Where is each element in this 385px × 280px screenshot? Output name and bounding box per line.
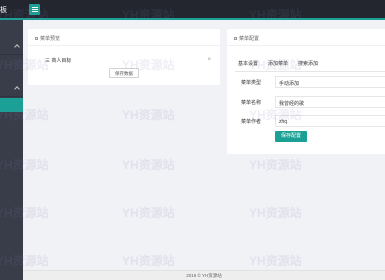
panel-title: 菜单预览 bbox=[40, 36, 61, 42]
menu-name-field[interactable]: 我曾经的歌 bbox=[275, 96, 385, 108]
form-row-menu-author: 菜单作者 zhq bbox=[227, 115, 385, 127]
close-icon[interactable]: × bbox=[207, 57, 211, 63]
watermark: YH资源站 bbox=[122, 206, 175, 220]
watermark: YH资源站 bbox=[249, 254, 302, 268]
watermark: YH资源站 bbox=[122, 108, 175, 122]
panel-icon bbox=[234, 37, 237, 41]
tab-underline bbox=[235, 71, 385, 72]
field-label: 菜单作者 bbox=[241, 119, 262, 125]
chevron-up-icon bbox=[14, 44, 20, 50]
panel-header: 菜单配置 bbox=[227, 29, 385, 46]
chevron-up-icon bbox=[14, 86, 20, 92]
panel-header: 菜单预览 bbox=[28, 29, 220, 46]
menu-config-panel: 菜单配置 基本设置 添加菜单 搜索添加 菜单类型 手动添加 菜单名称 我曾经的歌… bbox=[227, 29, 385, 154]
field-label: 菜单名称 bbox=[241, 100, 262, 106]
form-row-menu-name: 菜单名称 我曾经的歌 bbox=[227, 96, 385, 108]
panel-icon bbox=[35, 37, 38, 41]
tab-add-menu[interactable]: 添加菜单 bbox=[268, 60, 288, 67]
tab-basic-settings[interactable]: 基本设置 bbox=[238, 60, 258, 67]
sidebar-item[interactable] bbox=[0, 82, 23, 97]
hamburger-icon bbox=[31, 9, 38, 10]
preview-menu-item[interactable]: 三 商人目标 bbox=[45, 57, 71, 64]
watermark: YH资源站 bbox=[122, 158, 175, 172]
watermark: YH资源站 bbox=[249, 158, 302, 172]
sidebar-item[interactable] bbox=[0, 40, 23, 55]
form-row-menu-type: 菜单类型 手动添加 bbox=[227, 76, 385, 88]
panel-title: 菜单配置 bbox=[239, 36, 260, 42]
field-label: 菜单类型 bbox=[241, 80, 262, 86]
menu-type-field[interactable]: 手动添加 bbox=[275, 76, 385, 88]
app-title: 板 bbox=[0, 7, 7, 14]
footer: 2016 © YH资源站 bbox=[23, 270, 385, 280]
menu-author-field[interactable]: zhq bbox=[275, 115, 385, 127]
tab-search-add[interactable]: 搜索添加 bbox=[298, 60, 318, 67]
top-header: 板 bbox=[0, 0, 385, 20]
save-data-button[interactable]: 保存数据 bbox=[109, 68, 139, 78]
watermark: YH资源站 bbox=[122, 254, 175, 268]
save-config-button[interactable]: 保存配置 bbox=[275, 131, 307, 142]
sidebar-item-active[interactable] bbox=[0, 98, 23, 112]
watermark: YH资源站 bbox=[249, 206, 302, 220]
menu-toggle-button[interactable] bbox=[29, 4, 40, 15]
sidebar bbox=[0, 20, 23, 280]
